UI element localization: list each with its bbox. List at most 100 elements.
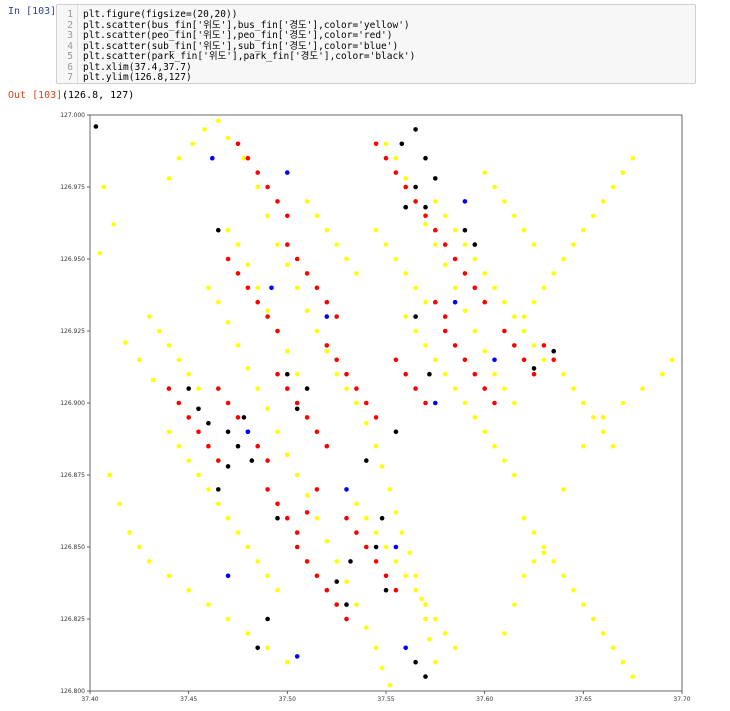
scatter-point-yellow [531,343,537,348]
scatter-point-yellow [265,645,270,651]
scatter-point-yellow [403,271,409,276]
scatter-point-black [462,227,468,233]
scatter-point-yellow [669,357,675,363]
x-tick-label: 37.40 [81,696,98,703]
scatter-point-yellow [334,242,340,247]
scatter-point-yellow [354,501,359,507]
scatter-point-yellow [399,530,405,535]
scatter-point-red [265,458,270,463]
scatter-point-yellow [354,271,359,276]
scatter-point-red [285,386,290,391]
scatter-point-yellow [186,587,191,593]
scatter-point-black [186,386,191,391]
scatter-point-yellow [225,515,231,521]
scatter-point-yellow [502,458,507,463]
scatter-point-yellow [590,616,596,622]
scatter-point-blue [324,314,330,319]
scatter-point-black [225,464,231,469]
scatter-point-yellow [502,299,507,305]
scatter-point-red [502,328,507,334]
scatter-point-yellow [373,530,379,535]
scatter-point-red [393,587,399,593]
scatter-point-yellow [472,328,478,334]
scatter-point-yellow [354,602,359,607]
scatter-point-yellow [630,674,635,679]
scatter-point-red [294,400,300,406]
scatter-point-yellow [561,487,566,492]
scatter-point-red [294,530,300,535]
scatter-point-red [304,271,310,276]
scatter-point-red [482,299,488,305]
scatter-point-yellow [452,645,458,651]
scatter-point-red [442,242,448,247]
scatter-point-yellow [423,602,428,607]
scatter-point-red [354,530,359,535]
scatter-point-yellow [379,665,385,671]
scatter-point-red [235,415,241,420]
scatter-point-yellow [581,400,586,406]
scatter-point-yellow [117,501,122,507]
scatter-point-yellow [216,501,221,507]
scatter-point-red [334,314,340,319]
scatter-point-yellow [334,559,340,564]
scatter-point-yellow [590,415,596,420]
scatter-point-yellow [186,371,191,377]
scatter-point-yellow [413,587,418,593]
scatter-point-red [196,429,201,435]
scatter-point-yellow [137,544,142,550]
scatter-point-yellow [387,487,393,492]
scatter-point-yellow [387,682,393,688]
scatter-point-yellow [146,314,152,319]
scatter-point-yellow [472,256,478,262]
scatter-point-black [348,559,353,564]
y-tick-label: 126.850 [60,544,85,551]
scatter-point-red [245,155,251,161]
scatter-point-yellow [393,559,399,564]
scatter-point-yellow [304,492,310,498]
scatter-point-red [423,400,428,406]
scatter-point-red [225,256,231,262]
scatter-point-yellow [423,616,428,622]
scatter-point-yellow [393,256,399,262]
scatter-point-yellow [472,415,478,420]
scatter-point-black [393,429,399,435]
scatter-point-black [249,458,255,463]
scatter-point-yellow [255,285,260,291]
scatter-point-red [225,400,231,406]
scatter-point-yellow [216,118,221,124]
scatter-point-yellow [521,515,527,521]
scatter-point-yellow [433,199,438,204]
scatter-point-red [364,400,369,406]
scatter-point-red [452,343,458,348]
scatter-point-yellow [166,573,172,579]
scatter-point-yellow [610,184,616,190]
scatter-point-yellow [462,400,468,406]
scatter-point-black [413,659,418,665]
scatter-point-red [314,487,320,492]
scatter-point-black [413,314,418,319]
scatter-point-yellow [334,371,340,377]
scatter-point-yellow [176,443,182,449]
scatter-point-yellow [531,242,537,247]
scatter-point-yellow [216,299,221,305]
scatter-point-yellow [202,127,207,132]
scatter-point-blue [393,544,399,550]
y-tick-label: 126.900 [60,400,85,407]
scatter-point-yellow [196,472,201,478]
scatter-point-yellow [275,429,280,435]
scatter-point-black [241,415,247,420]
scatter-point-yellow [610,443,616,449]
scatter-point-black [216,487,221,492]
scatter-point-yellow [245,631,251,636]
scatter-point-blue [210,155,215,161]
scatter-point-yellow [393,155,399,161]
scatter-point-yellow [512,472,517,478]
scatter-point-black [344,602,349,607]
scatter-point-yellow [107,472,112,478]
scatter-point-red [304,415,310,420]
x-tick-label: 37.55 [377,696,394,703]
scatter-point-yellow [166,176,172,181]
scatter-point-red [235,141,241,147]
scatter-point-yellow [245,366,251,371]
scatter-point-black [399,141,405,147]
